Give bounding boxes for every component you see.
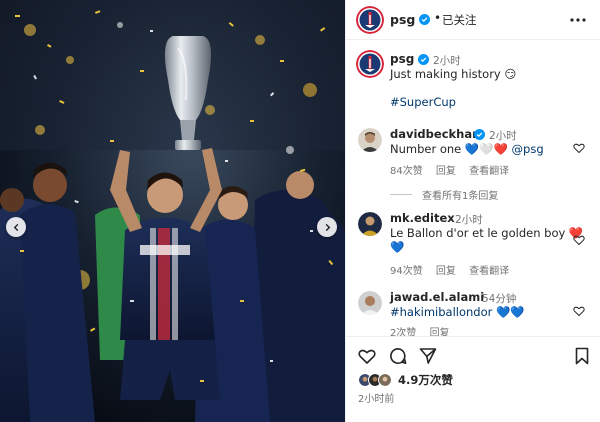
chevron-right-icon (325, 223, 330, 231)
comment-username[interactable]: davidbeckham (390, 127, 484, 141)
likes-summary[interactable]: 4.9万次赞 (358, 372, 453, 388)
comment-likes[interactable]: 84次赞 (390, 166, 423, 177)
comment-bubble-icon[interactable] (389, 347, 407, 365)
comment-avatar-jawad-el-alami[interactable] (358, 291, 382, 315)
next-photo-button[interactable] (317, 217, 337, 237)
comment-likes[interactable]: 94次赞 (390, 266, 423, 277)
caption-username[interactable]: psg (390, 52, 414, 66)
instagram-post-viewer: psg • 已关注 psg 2小时 Just making history 😏 … (0, 0, 600, 422)
save-bookmark-icon[interactable] (573, 347, 591, 365)
caption-time: 2小时 (433, 55, 461, 67)
comment-username[interactable]: jawad.el.alami (390, 290, 484, 304)
replies-divider (390, 194, 412, 195)
user-avatar-icon (358, 128, 382, 152)
comment-reply-button[interactable]: 回复 (436, 266, 456, 277)
comment-time: 2小时 (489, 130, 517, 142)
psg-crest-icon (356, 6, 384, 34)
psg-crest-icon (356, 50, 384, 78)
header-separator: • (434, 11, 442, 25)
post-details-panel: psg • 已关注 psg 2小时 Just making history 😏 … (345, 0, 600, 422)
post-likes-count[interactable]: 4.9万次赞 (398, 372, 453, 388)
like-heart-icon[interactable] (358, 347, 376, 365)
caption-text: Just making history 😏 (390, 67, 517, 81)
liker-avatar (378, 373, 392, 387)
post-header: psg • 已关注 (346, 0, 600, 40)
verified-badge-icon (474, 129, 485, 140)
comment-mention-link[interactable]: @psg (512, 142, 544, 156)
view-replies-button[interactable]: 查看所有1条回复 (390, 187, 498, 202)
psg-avatar[interactable] (356, 6, 384, 34)
comment-hashtag-link[interactable]: #hakimiballondor 💙💙 (390, 305, 525, 319)
comment-translate-button[interactable]: 查看翻译 (469, 166, 509, 177)
comment-reply-button[interactable]: 回复 (436, 166, 456, 177)
view-replies-label: 查看所有1条回复 (422, 191, 499, 202)
comment-text-line1: Le Ballon d'or et le golden boy ❤️ (390, 226, 584, 240)
user-avatar-icon (358, 291, 382, 315)
comment-meta: 94次赞 回复 查看翻译 (390, 262, 519, 277)
header-username[interactable]: psg (390, 12, 415, 27)
like-comment-heart-icon[interactable] (573, 305, 585, 317)
comment-time: 54分钟 (482, 293, 517, 305)
caption-hashtag-link[interactable]: #SuperCup (390, 95, 456, 109)
post-actions-footer: 4.9万次赞 2小时前 (346, 336, 600, 422)
comment-body: Number one 💙🤍❤️ (390, 142, 508, 156)
comment-avatar-davidbeckham[interactable] (358, 128, 382, 152)
trophy-celebration-image (0, 0, 345, 422)
like-comment-heart-icon[interactable] (573, 234, 585, 246)
verified-badge-icon (418, 54, 429, 65)
post-timestamp: 2小时前 (358, 394, 395, 405)
following-button[interactable]: 已关注 (442, 12, 477, 28)
like-comment-heart-icon[interactable] (573, 142, 585, 154)
comment-time: 2小时 (455, 214, 483, 226)
previous-photo-button[interactable] (6, 217, 26, 237)
comment-avatar-mk-editex[interactable] (358, 212, 382, 236)
verified-badge-icon (419, 14, 430, 25)
share-paper-plane-icon[interactable] (419, 347, 437, 365)
comment-meta: 84次赞 回复 查看翻译 (390, 162, 519, 177)
post-photo[interactable] (0, 0, 345, 422)
comment-translate-button[interactable]: 查看翻译 (469, 266, 509, 277)
comment-text-line2: 💙 (390, 240, 405, 254)
chevron-left-icon (13, 223, 18, 231)
caption-avatar[interactable] (356, 50, 384, 78)
comment-text: Number one 💙🤍❤️ @psg (390, 142, 544, 156)
user-avatar-icon (358, 212, 382, 236)
comment-username[interactable]: mk.editex (390, 211, 455, 225)
more-options-icon[interactable] (568, 13, 588, 27)
